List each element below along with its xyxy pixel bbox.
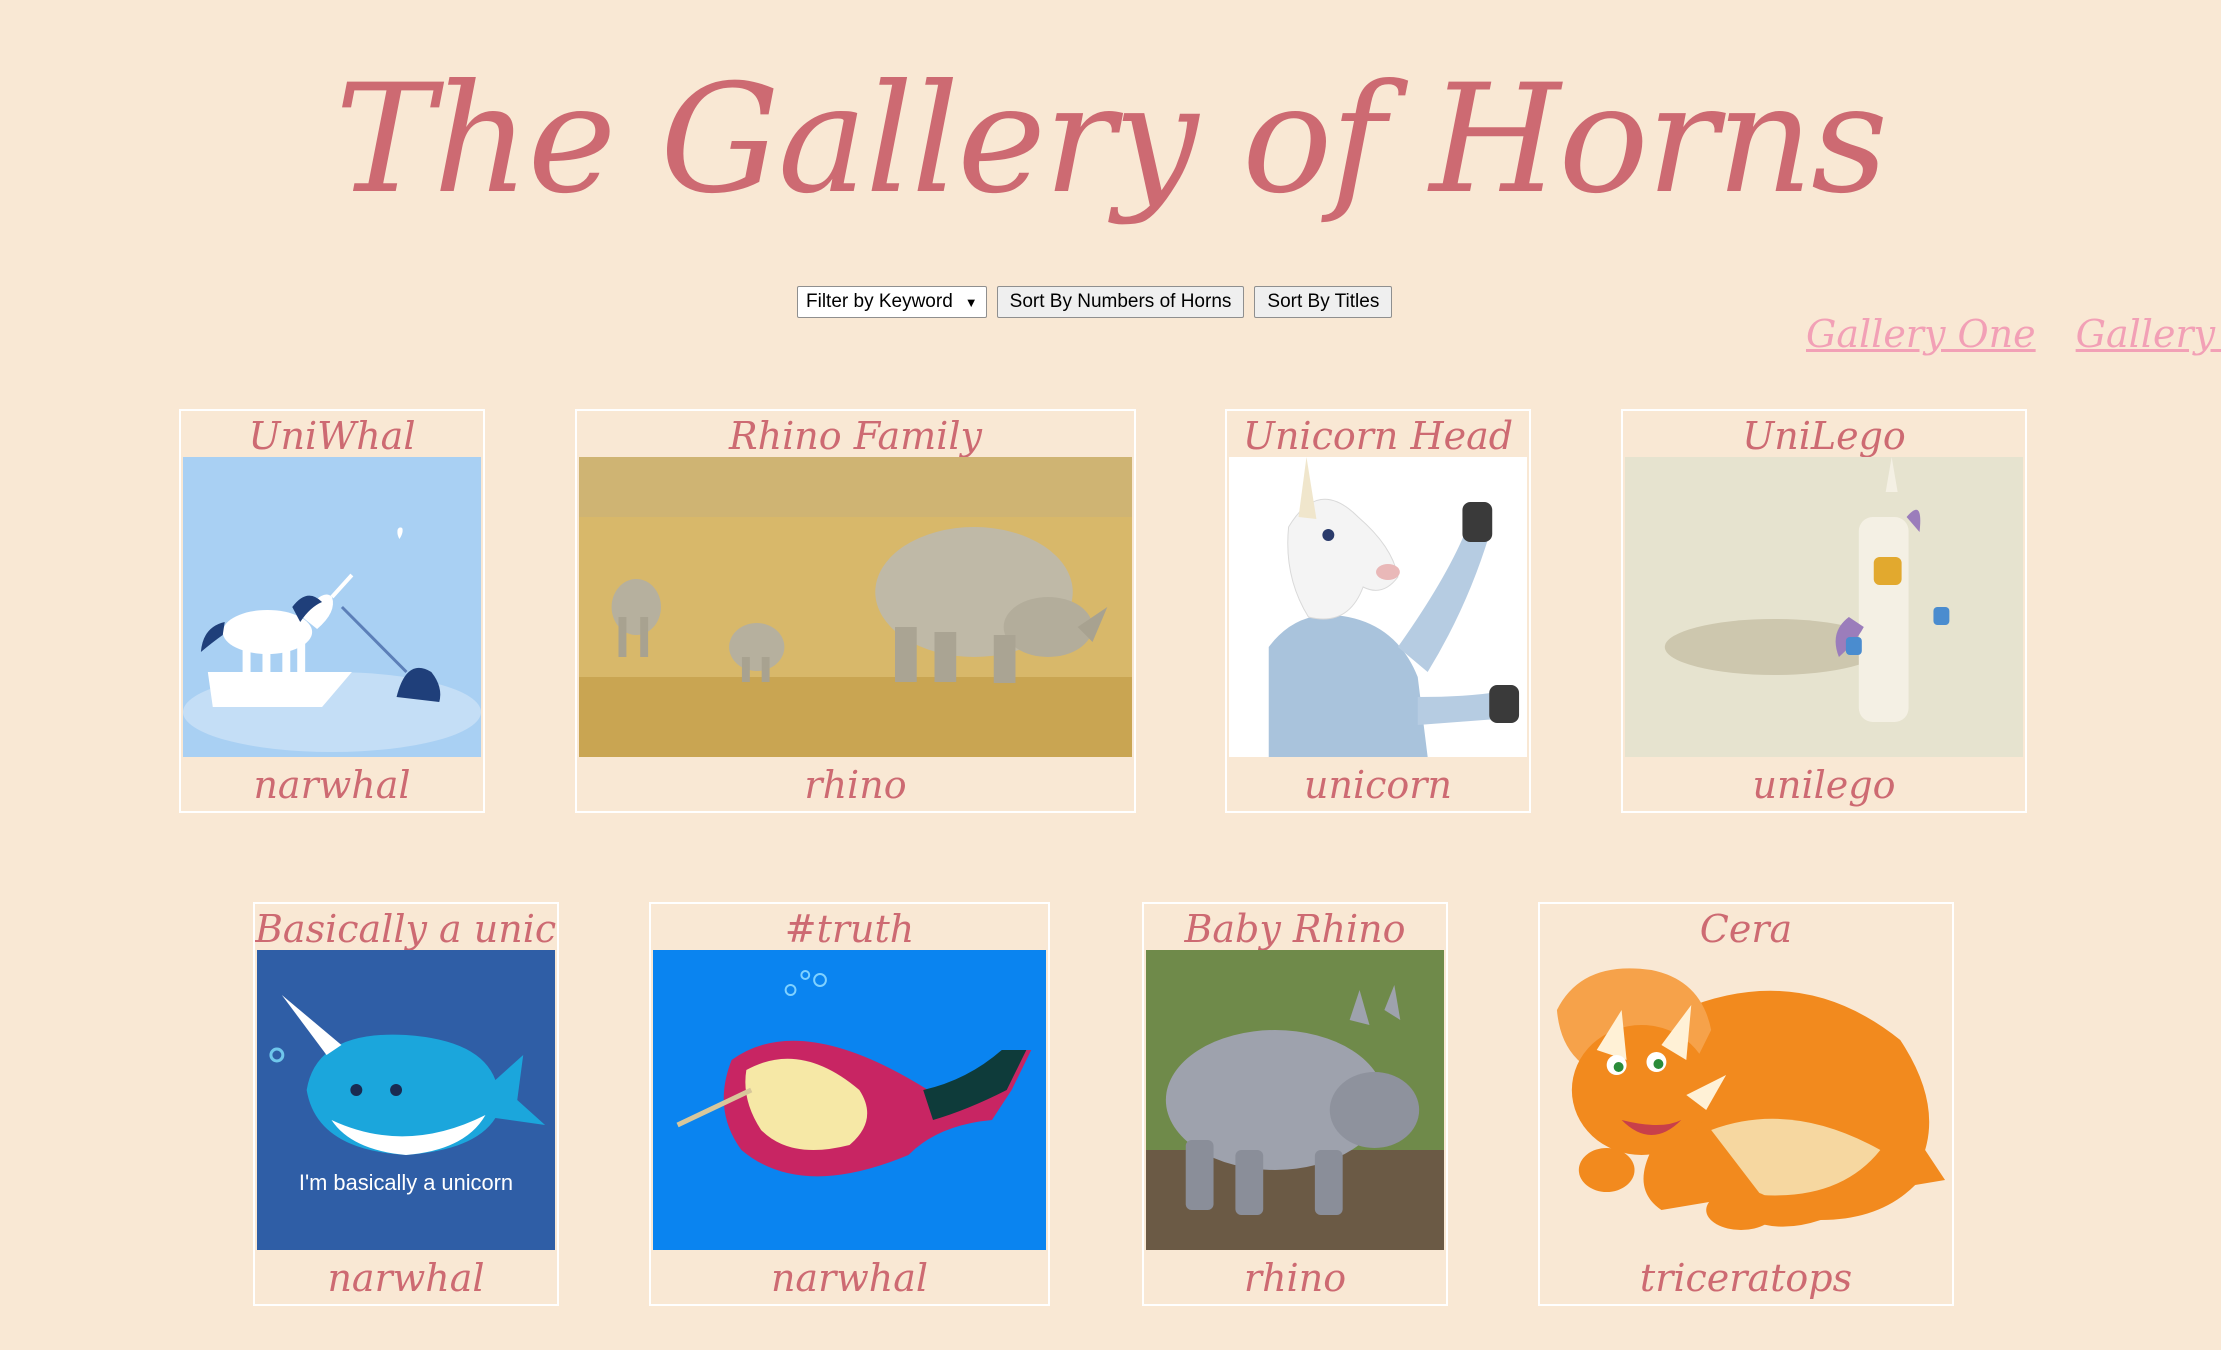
card-title: #truth	[784, 907, 915, 950]
unicorn-head-photo	[1229, 457, 1527, 757]
gallery-card[interactable]: Basically a unicorn I'm basically a unic…	[253, 902, 559, 1306]
card-image: I'm basically a unicorn	[257, 950, 555, 1250]
page-title: The Gallery of Horns	[334, 53, 1888, 227]
gallery-card[interactable]: #truth narwhal	[649, 902, 1050, 1306]
card-title: Cera	[1699, 907, 1793, 950]
card-keyword: narwhal	[770, 1256, 929, 1300]
keyword-filter-select[interactable]: Filter by Keyword ▼	[797, 286, 987, 318]
card-title: UniLego	[1742, 414, 1906, 457]
unilego-photo	[1625, 457, 2023, 757]
card-image	[183, 457, 481, 757]
card-image	[653, 950, 1046, 1250]
card-image	[579, 457, 1132, 757]
basically-unicorn-illustration: I'm basically a unicorn	[257, 950, 555, 1250]
gallery-card[interactable]: UniLego unilego	[1621, 409, 2027, 813]
sort-by-titles-button[interactable]: Sort By Titles	[1254, 286, 1393, 318]
card-keyword: triceratops	[1639, 1256, 1853, 1300]
keyword-filter-label: Filter by Keyword	[806, 291, 953, 312]
card-image	[1229, 457, 1527, 757]
card-keyword: unilego	[1752, 763, 1896, 807]
card-title: Unicorn Head	[1242, 414, 1514, 457]
card-keyword: narwhal	[253, 763, 411, 807]
gallery-one-link[interactable]: Gallery One	[1806, 312, 2036, 356]
gallery-card[interactable]: Cera triceratops	[1538, 902, 1954, 1306]
card-title: Rhino Family	[729, 414, 982, 457]
card-keyword: rhino	[804, 763, 907, 807]
card-title: Baby Rhino	[1184, 907, 1406, 950]
card-title: UniWhal	[248, 414, 416, 457]
narwhal-unicorn-illustration	[183, 457, 481, 757]
sort-by-horns-button[interactable]: Sort By Numbers of Horns	[996, 286, 1245, 318]
cera-triceratops-illustration	[1542, 950, 1950, 1250]
card-keyword: unicorn	[1304, 763, 1452, 807]
card-keyword: rhino	[1243, 1256, 1347, 1300]
rhino-family-photo	[579, 457, 1132, 757]
card-title: Basically a unicorn	[255, 907, 557, 950]
gallery-card[interactable]: Baby Rhino rhino	[1142, 902, 1448, 1306]
gallery-nav: Gallery One Gallery Two	[1806, 312, 2221, 356]
card-image	[1542, 950, 1950, 1250]
card-image	[1146, 950, 1444, 1250]
gallery-two-link[interactable]: Gallery Two	[2076, 312, 2221, 356]
card-image	[1625, 457, 2023, 757]
gallery-controls: Filter by Keyword ▼ Sort By Numbers of H…	[797, 286, 1393, 318]
gallery-card[interactable]: Rhino Family rhino	[575, 409, 1136, 813]
gallery-card[interactable]: Unicorn Head unicorn	[1225, 409, 1531, 813]
card-keyword: narwhal	[327, 1256, 485, 1300]
baby-rhino-photo	[1146, 950, 1444, 1250]
chevron-down-icon: ▼	[964, 294, 978, 310]
image-caption: I'm basically a unicorn	[299, 1170, 513, 1195]
gallery-card[interactable]: UniWhal narwhal	[179, 409, 485, 813]
truth-narwhal-illustration	[653, 950, 1046, 1250]
